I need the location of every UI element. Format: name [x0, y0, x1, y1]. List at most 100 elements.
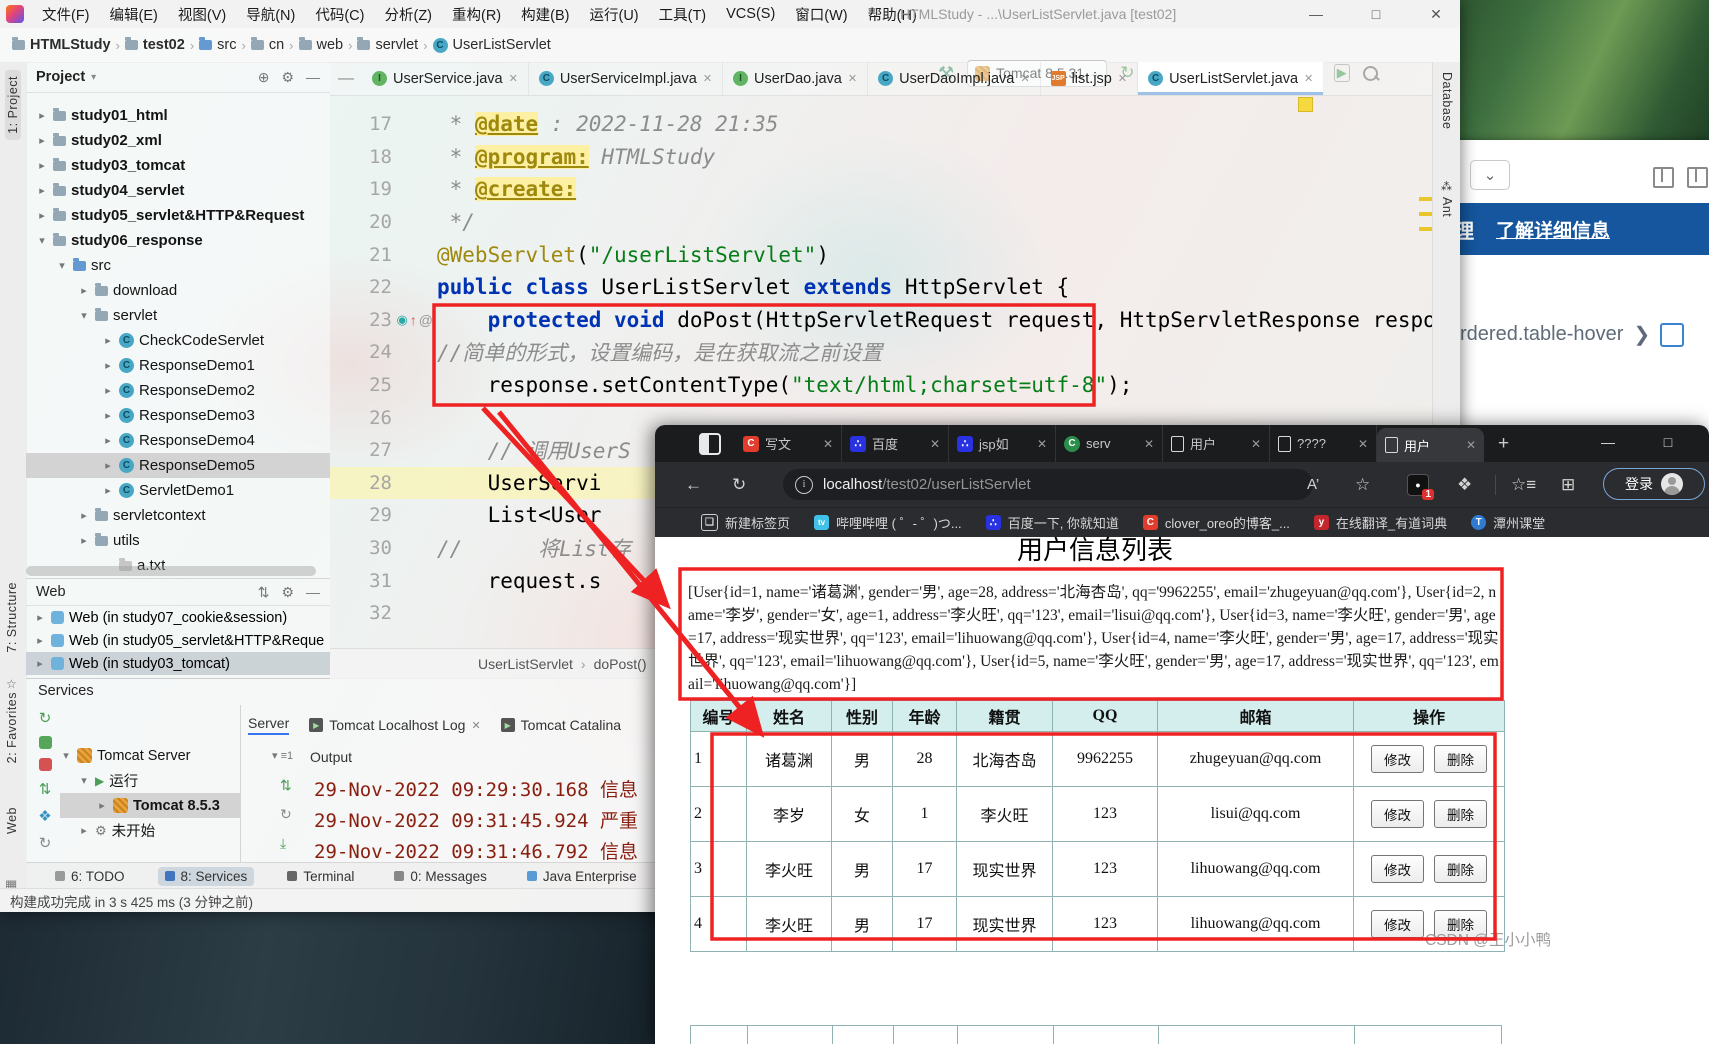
browser-tab[interactable]: ∴jsp如✕	[949, 425, 1056, 462]
soft-wrap-icon[interactable]: ↻	[280, 806, 292, 823]
bookmark-tanzhou[interactable]: T潭州课堂	[1471, 513, 1545, 532]
tree-item[interactable]: ▸study01_html	[26, 103, 330, 128]
chevron-down-icon[interactable]: ⌄	[1470, 160, 1510, 190]
split-view-icon[interactable]	[1653, 167, 1674, 188]
read-aloud-icon[interactable]: A’	[1307, 476, 1319, 493]
tab-messages[interactable]: 0: Messages	[387, 867, 494, 886]
tree-item[interactable]: ▸study02_xml	[26, 128, 330, 153]
tab-java-enterprise[interactable]: Java Enterprise	[520, 867, 644, 886]
tab-terminal[interactable]: Terminal	[280, 867, 361, 886]
edit-button[interactable]: 修改	[1371, 800, 1424, 828]
tree-item[interactable]: ▸utils	[26, 528, 330, 553]
deploy-icon[interactable]: ⇅	[39, 780, 52, 798]
menu-refactor[interactable]: 重构(R)	[442, 0, 511, 28]
tree-item[interactable]: ▸servletcontext	[26, 503, 330, 528]
bookmark-bilibili[interactable]: tv哔哩哔哩 ( ゜- ゜)つ...	[814, 513, 962, 532]
menu-run[interactable]: 运行(U)	[579, 0, 648, 28]
breadcrumb-method[interactable]: doPost()	[594, 656, 647, 672]
tree-item[interactable]: ▸CResponseDemo2	[26, 378, 330, 403]
favorite-add-icon[interactable]: ☆	[1355, 475, 1370, 495]
edit-button[interactable]: 修改	[1371, 855, 1424, 883]
menu-edit[interactable]: 编辑(E)	[100, 0, 168, 28]
chevron-down-icon[interactable]: ▾	[91, 72, 96, 83]
menu-file[interactable]: 文件(F)	[32, 0, 100, 28]
learn-more-link[interactable]: 了解详细信息	[1496, 216, 1610, 243]
tab-userdao[interactable]: IUserDao.java✕	[723, 62, 868, 95]
browser-tab[interactable]: C写文✕	[735, 425, 842, 462]
menu-navigate[interactable]: 导航(N)	[236, 0, 305, 28]
tree-item[interactable]: ▸study04_servlet	[26, 178, 330, 203]
tree-item[interactable]: ▸download	[26, 278, 330, 303]
sidebar-item-web[interactable]: Web	[5, 807, 19, 834]
tab-userservice[interactable]: IUserService.java✕	[362, 62, 529, 95]
tree-item-selected[interactable]: ▸CResponseDemo5	[26, 453, 330, 478]
tree-item[interactable]: ▸study05_servlet&HTTP&Request	[26, 203, 330, 228]
tree-item[interactable]: ▾src	[26, 253, 330, 278]
sidebar-item-ant[interactable]: Ant	[1440, 197, 1454, 217]
breadcrumb-module[interactable]: test02	[125, 37, 185, 53]
web-item-selected[interactable]: ▸Web (in study03_tomcat)	[26, 652, 330, 675]
bookmark-baidu[interactable]: ∴百度一下, 你就知道	[986, 513, 1119, 532]
hide-panel-icon[interactable]: —	[306, 584, 320, 600]
sidebar-item-database[interactable]: Database	[1440, 72, 1454, 130]
address-bar[interactable]: i localhost/test02/userListServlet	[783, 469, 1313, 500]
delete-button[interactable]: 删除	[1434, 855, 1487, 883]
breadcrumb-project[interactable]: HTMLStudy	[12, 37, 111, 53]
sidebar-item-structure[interactable]: 7: Structure	[5, 582, 19, 653]
web-item[interactable]: ▸Web (in study07_cookie&session)	[26, 606, 330, 629]
console-gutter-icon[interactable]: ▾ ≡1	[272, 749, 293, 762]
close-button[interactable]: ✕	[1414, 0, 1458, 28]
expand-all-icon[interactable]: ⇅	[258, 584, 270, 601]
service-node[interactable]: ▸⚙未开始	[60, 818, 240, 843]
hide-tabs-icon[interactable]: —	[338, 70, 354, 88]
browser-tab[interactable]: 用户✕	[1163, 425, 1270, 462]
tree-item[interactable]: ▾study06_response	[26, 228, 330, 253]
edit-button[interactable]: 修改	[1371, 910, 1424, 938]
minimize-button[interactable]: —	[1585, 425, 1631, 459]
tab-listjsp[interactable]: JSPlist.jsp✕	[1041, 62, 1139, 95]
bookmark-youdao[interactable]: y在线翻译_有道词典	[1314, 513, 1447, 532]
browser-tab[interactable]: ∴百度✕	[842, 425, 949, 462]
extensions-icon[interactable]: ❖	[1457, 475, 1472, 495]
menu-vcs[interactable]: VCS(S)	[716, 0, 785, 28]
workspaces-icon[interactable]	[699, 433, 721, 455]
tree-item[interactable]: ▸CCheckCodeServlet	[26, 328, 330, 353]
delete-button[interactable]: 删除	[1434, 800, 1487, 828]
tab-services[interactable]: 8: Services	[158, 867, 255, 886]
tree-item[interactable]: ▸CResponseDemo1	[26, 353, 330, 378]
tab-catalina-log[interactable]: ▶Tomcat Catalina	[501, 717, 621, 733]
tab-userdaoimpl[interactable]: CUserDaoImpl.java✕	[868, 62, 1040, 95]
breadcrumb-src[interactable]: src	[199, 37, 236, 53]
split-view-icon[interactable]	[1687, 167, 1708, 188]
locate-file-icon[interactable]: ⊕	[258, 69, 270, 86]
settings-icon[interactable]: ⚙	[281, 584, 294, 601]
tab-todo[interactable]: 6: TODO	[48, 867, 132, 886]
horizontal-scrollbar[interactable]	[26, 566, 316, 576]
stop-icon[interactable]	[39, 758, 52, 771]
tab-userlistservlet[interactable]: CUserListServlet.java✕	[1138, 62, 1324, 95]
menu-view[interactable]: 视图(V)	[168, 0, 236, 28]
sidebar-item-project[interactable]: 1: Project	[5, 70, 21, 140]
browser-tab[interactable]: Cserv✕	[1056, 425, 1163, 462]
bookmark-csdn[interactable]: Cclover_oreo的博客_...	[1143, 513, 1290, 532]
bookmark-newtab[interactable]: ❏新建标签页	[701, 513, 790, 532]
favorites-list-icon[interactable]: ☆≡	[1511, 475, 1536, 495]
service-node[interactable]: ▾Tomcat Server	[60, 743, 240, 768]
breadcrumb-cn[interactable]: cn	[251, 37, 284, 53]
breadcrumb-servlet[interactable]: servlet	[357, 37, 418, 53]
profile-badge-icon[interactable]: ●1	[1407, 474, 1429, 496]
tab-localhost-log[interactable]: ▶Tomcat Localhost Log✕	[309, 717, 480, 733]
breadcrumb-class[interactable]: UserListServlet	[478, 656, 573, 672]
edit-button[interactable]: 修改	[1371, 745, 1424, 773]
login-button[interactable]: 登录	[1603, 468, 1705, 500]
menu-window[interactable]: 窗口(W)	[785, 0, 857, 28]
browser-tab-active[interactable]: 用户✕	[1377, 428, 1484, 462]
tree-item[interactable]: ▸study03_tomcat	[26, 153, 330, 178]
debug-icon[interactable]	[39, 736, 52, 749]
sidebar-item-favorites[interactable]: 2: Favorites	[5, 692, 19, 763]
web-item[interactable]: ▸Web (in study05_servlet&HTTP&Reque	[26, 629, 330, 652]
collections-icon[interactable]: ⊞	[1561, 475, 1575, 495]
new-tab-button[interactable]: +	[1498, 433, 1509, 455]
tab-userserviceimpl[interactable]: CUserServiceImpl.java✕	[529, 62, 723, 95]
services-options-icon[interactable]: ❖	[38, 807, 51, 825]
